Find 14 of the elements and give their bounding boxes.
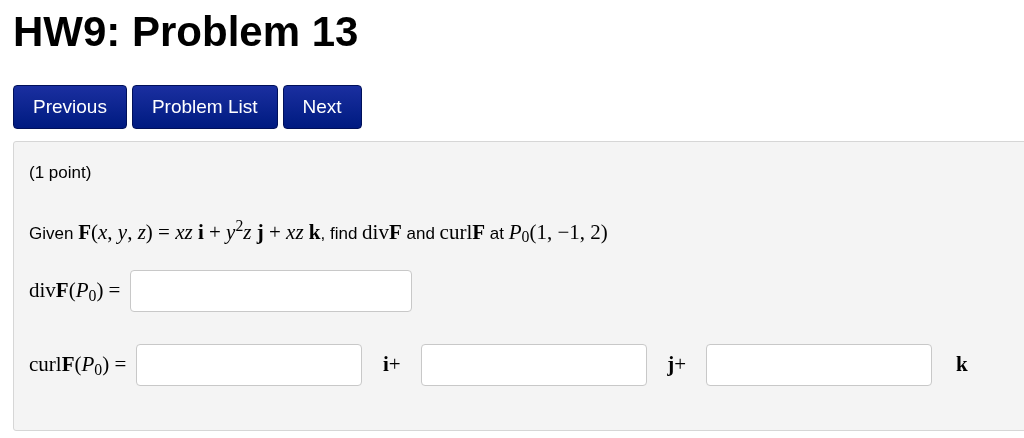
points-label: (1 point) (29, 162, 92, 184)
answer-field[interactable] (421, 344, 648, 386)
answer-label: curlF(P$_{0}$) = (29, 351, 127, 381)
unit-vector-label: k (954, 351, 969, 379)
unit-vector-label: i+ (381, 351, 402, 379)
answer-field[interactable] (136, 344, 363, 386)
answer-field[interactable] (706, 344, 933, 386)
nav-button[interactable]: Problem List (131, 85, 278, 129)
answer-field[interactable] (130, 270, 413, 312)
page-title: HW9: Problem 13 (13, 7, 360, 57)
answer-label: divF(P$_{0}$) = (29, 277, 121, 307)
unit-vector-label: j+ (666, 351, 688, 379)
nav-button[interactable]: Next (282, 85, 362, 129)
nav-button[interactable]: Previous (13, 85, 127, 129)
